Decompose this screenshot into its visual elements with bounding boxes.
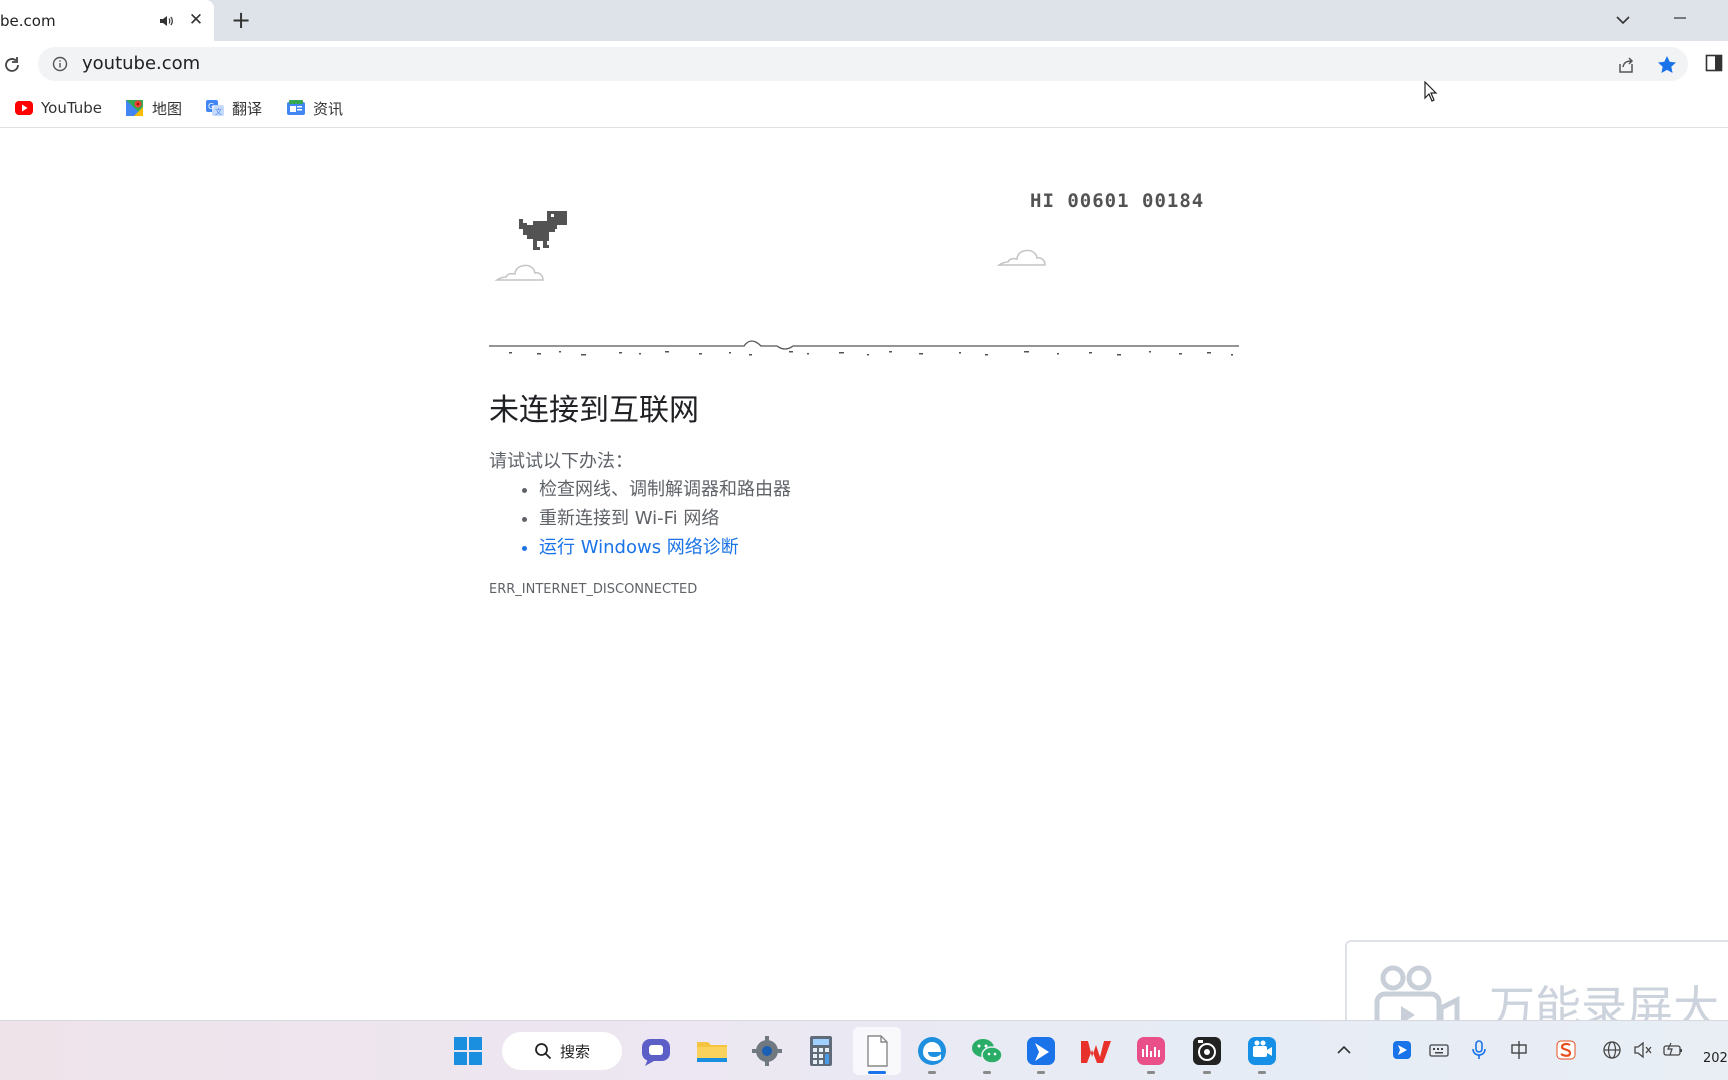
screen-recorder-icon[interactable] — [1189, 1033, 1225, 1069]
bookmarks-bar: YouTube 地图 G 文 翻译 资讯 — [0, 88, 1728, 128]
search-label: 搜索 — [559, 1042, 590, 1061]
current-score: 00184 — [1142, 190, 1205, 212]
running-indicator — [1258, 1071, 1266, 1074]
svg-text:文: 文 — [215, 107, 222, 116]
search-icon — [535, 1043, 552, 1060]
bookmark-translate[interactable]: G 文 翻译 — [205, 96, 262, 120]
high-score-label: HI — [1030, 190, 1055, 212]
site-info-icon[interactable] — [52, 56, 68, 72]
bookmark-news[interactable]: 资讯 — [286, 96, 343, 120]
news-icon — [287, 100, 305, 115]
calculator-icon[interactable] — [803, 1033, 839, 1069]
youtube-icon — [15, 101, 33, 115]
running-indicator — [1203, 1071, 1211, 1074]
url-text[interactable]: youtube.com — [82, 53, 200, 74]
windows-start-icon[interactable] — [450, 1033, 486, 1069]
game-score: HI 00601 00184 — [1030, 190, 1204, 212]
ground-line — [489, 340, 1239, 350]
feishu-icon[interactable] — [1023, 1033, 1059, 1069]
edge-browser-icon[interactable] — [914, 1033, 950, 1069]
maps-icon — [126, 100, 143, 116]
running-indicator — [1147, 1071, 1155, 1074]
share-icon[interactable] — [1616, 55, 1636, 75]
file-explorer-icon[interactable] — [694, 1033, 730, 1069]
battery-icon[interactable] — [1662, 1039, 1684, 1061]
minimize-window-icon[interactable] — [1668, 8, 1692, 28]
error-heading: 未连接到互联网 — [489, 393, 699, 428]
translate-icon: G 文 — [206, 100, 224, 116]
network-diagnostics-link[interactable]: 运行 Windows 网络诊断 — [539, 533, 791, 562]
cloud-icon — [494, 264, 544, 281]
input-method-icon[interactable] — [1508, 1039, 1530, 1061]
reload-icon[interactable] — [2, 55, 22, 75]
bookmark-star-icon[interactable] — [1656, 54, 1678, 76]
address-bar[interactable]: youtube.com — [38, 47, 1688, 81]
mouse-cursor-icon — [1424, 81, 1438, 102]
ground-pebbles — [509, 351, 1233, 356]
cloud-icon — [996, 249, 1046, 266]
bookmark-label: 资讯 — [313, 99, 344, 118]
taskbar-clock[interactable]: 202 — [1703, 1051, 1728, 1066]
tab-title: be.com — [0, 12, 56, 30]
feishu-tray-icon[interactable] — [1391, 1039, 1413, 1061]
bookmark-label: 地图 — [152, 99, 183, 118]
settings-gear-icon[interactable] — [749, 1033, 785, 1069]
running-indicator — [1037, 1071, 1045, 1074]
running-indicator — [928, 1071, 936, 1074]
close-tab-icon[interactable]: ✕ — [186, 10, 206, 30]
running-indicator — [983, 1071, 991, 1074]
bookmark-label: 翻译 — [232, 99, 263, 118]
chevron-down-icon[interactable] — [1613, 10, 1633, 30]
browser-toolbar: youtube.com — [0, 41, 1728, 88]
video-recorder-icon[interactable] — [1244, 1033, 1280, 1069]
wechat-icon[interactable] — [969, 1033, 1005, 1069]
suggestion-item: 检查网线、调制解调器和路由器 — [539, 475, 791, 504]
bookmark-label: YouTube — [41, 99, 102, 117]
side-panel-icon[interactable] — [1705, 54, 1723, 72]
volume-muted-icon[interactable] — [1632, 1039, 1654, 1061]
chat-icon[interactable] — [638, 1033, 674, 1069]
bookmark-youtube[interactable]: YouTube — [14, 96, 102, 120]
browser-tab[interactable]: be.com ✕ — [0, 0, 214, 41]
suggestion-item: 重新连接到 Wi-Fi 网络 — [539, 504, 791, 533]
high-score: 00601 — [1067, 190, 1130, 212]
keyboard-icon[interactable] — [1428, 1039, 1450, 1061]
speaker-icon[interactable] — [158, 13, 174, 29]
wps-office-icon[interactable] — [1078, 1033, 1114, 1069]
chevron-up-icon[interactable] — [1333, 1039, 1355, 1061]
network-globe-icon[interactable] — [1601, 1039, 1623, 1061]
bookmark-maps[interactable]: 地图 — [125, 96, 182, 120]
new-tab-button[interactable]: + — [229, 8, 253, 32]
microphone-icon[interactable] — [1468, 1039, 1490, 1061]
windows-taskbar: 搜索 202 — [0, 1020, 1728, 1080]
sogou-input-icon[interactable] — [1555, 1039, 1577, 1061]
suggestions-intro: 请试试以下办法： — [489, 451, 633, 472]
pink-app-icon[interactable] — [1133, 1033, 1169, 1069]
svg-text:G: G — [208, 102, 214, 111]
active-indicator — [868, 1071, 886, 1074]
tab-strip: be.com ✕ + — [0, 0, 1728, 41]
suggestions-list: 检查网线、调制解调器和路由器 重新连接到 Wi-Fi 网络 运行 Windows… — [539, 475, 791, 562]
dino-icon — [519, 211, 567, 250]
error-code: ERR_INTERNET_DISCONNECTED — [489, 582, 698, 597]
document-icon[interactable] — [859, 1033, 895, 1069]
taskbar-search[interactable]: 搜索 — [502, 1032, 622, 1070]
